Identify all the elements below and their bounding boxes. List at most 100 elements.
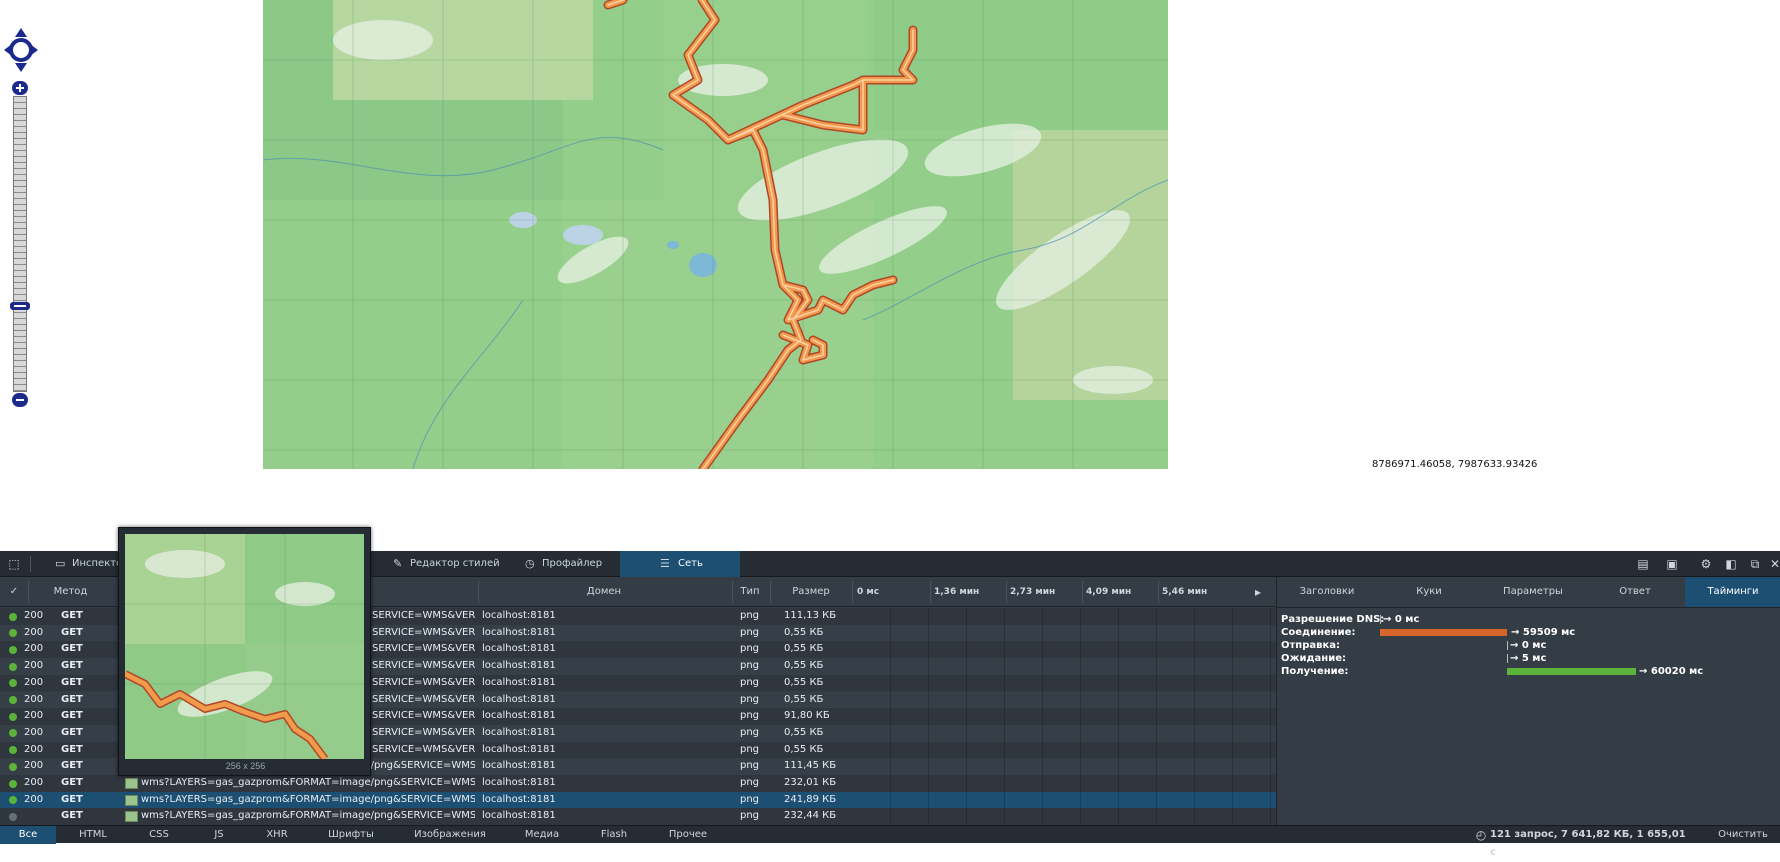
status-code: 200 <box>24 660 44 672</box>
request-row[interactable]: GET wms?LAYERS=gas_gazprom&FORMAT=image/p… <box>0 808 1276 826</box>
request-method: GET <box>61 743 83 755</box>
status-indicator-icon <box>9 679 17 688</box>
filter-html[interactable]: HTML <box>64 826 122 844</box>
image-thumbnail-icon <box>125 778 138 789</box>
request-domain: localhost:8181 <box>482 610 556 621</box>
request-row[interactable]: 200 GET wms?LAYERS=gas_gazprom&FORMAT=imag… <box>0 775 1276 792</box>
tab-headers[interactable]: Заголовки <box>1277 577 1377 607</box>
zoom-out-button[interactable] <box>11 392 29 408</box>
filter-fonts[interactable]: Шрифты <box>316 826 386 844</box>
request-method: GET <box>61 626 83 638</box>
request-type: png <box>740 793 760 805</box>
tab-profiler[interactable]: ◷ Профайлер <box>520 551 620 577</box>
request-type: png <box>740 626 760 638</box>
zoom-slider-handle[interactable] <box>10 297 30 310</box>
request-method: GET <box>61 793 83 805</box>
request-file: SERVICE=WMS&VER... <box>372 643 475 655</box>
toggle-sidebar-icon[interactable]: ▸ <box>1251 585 1265 599</box>
request-type: png <box>740 777 760 788</box>
column-check[interactable]: ✓ <box>0 577 28 607</box>
clear-button[interactable]: Очистить <box>1710 826 1776 844</box>
timing-label-send: Отправка: <box>1281 640 1340 651</box>
request-domain: localhost:8181 <box>482 743 556 755</box>
filter-media[interactable]: Медиа <box>512 826 572 844</box>
request-size: 111,13 КБ <box>784 610 837 621</box>
request-file: SERVICE=WMS&VER... <box>372 660 475 672</box>
dock-side-icon[interactable]: ◧ <box>1724 557 1738 571</box>
close-devtools-icon[interactable]: ✕ <box>1768 557 1780 571</box>
status-code: 200 <box>24 726 44 738</box>
timing-label-receive: Получение: <box>1281 666 1349 677</box>
filter-all[interactable]: Все <box>0 826 56 844</box>
filter-flash[interactable]: Flash <box>586 826 642 844</box>
request-file: SERVICE=WMS&VER... <box>372 610 475 621</box>
request-method: GET <box>61 760 83 772</box>
request-domain: localhost:8181 <box>482 760 556 772</box>
settings-gear-icon[interactable]: ⚙ <box>1699 557 1713 571</box>
request-size: 232,01 КБ <box>784 777 837 788</box>
map-viewport[interactable]: 8786971.46058, 7987633.93426 <box>0 0 1780 551</box>
zoom-track[interactable] <box>13 96 27 392</box>
timing-label-connect: Соединение: <box>1281 627 1356 638</box>
image-preview-dimensions: 256 x 256 <box>225 761 266 771</box>
pan-left-icon <box>4 44 12 56</box>
plus-icon <box>12 81 28 95</box>
column-method[interactable]: Метод <box>28 577 113 607</box>
status-code: 200 <box>24 643 44 655</box>
timing-label-dns: Разрешение DNS: <box>1281 614 1385 625</box>
map-tile-layer[interactable] <box>263 0 1168 469</box>
network-summary: 121 запрос, 7 641,82 КБ, 1 655,01 с <box>1490 829 1686 858</box>
mouse-position-readout: 8786971.46058, 7987633.93426 <box>1372 459 1538 470</box>
tab-params[interactable]: Параметры <box>1481 577 1585 607</box>
network-icon: ☰ <box>660 557 670 570</box>
filter-xhr[interactable]: XHR <box>248 826 306 844</box>
request-method: GET <box>61 710 83 722</box>
tab-style-editor[interactable]: ✎ Редактор стилей <box>388 551 508 577</box>
request-size: 0,55 КБ <box>784 626 824 638</box>
undock-window-icon[interactable]: ⧉ <box>1748 557 1762 571</box>
request-file: wms?LAYERS=gas_gazprom&FORMAT=image/png&… <box>141 777 475 788</box>
request-type: png <box>740 760 760 772</box>
split-console-icon[interactable]: ▤ <box>1636 557 1650 571</box>
request-type: png <box>740 660 760 672</box>
filter-images[interactable]: Изображения <box>410 826 490 844</box>
timing-value-dns: → 0 мс <box>1383 614 1420 625</box>
pick-element-icon[interactable]: ⬚ <box>7 557 21 571</box>
column-type[interactable]: Тип <box>732 577 768 607</box>
tab-inspector[interactable]: ▭ Инспекто <box>50 551 122 577</box>
request-size: 0,55 КБ <box>784 693 824 705</box>
image-preview-thumbnail <box>125 534 364 759</box>
pan-control[interactable] <box>4 28 38 72</box>
request-size: 111,45 КБ <box>784 760 837 772</box>
status-indicator-icon <box>9 629 17 638</box>
pan-down-icon <box>15 63 27 72</box>
filter-js[interactable]: JS <box>190 826 248 844</box>
tab-cookies[interactable]: Куки <box>1377 577 1481 607</box>
timeline-tick: 0 мс <box>857 587 880 597</box>
status-indicator-icon <box>9 762 17 771</box>
request-domain: localhost:8181 <box>482 777 556 788</box>
column-domain[interactable]: Домен <box>478 577 730 607</box>
filter-css[interactable]: CSS <box>130 826 188 844</box>
request-domain: localhost:8181 <box>482 643 556 655</box>
zoom-in-button[interactable] <box>11 80 29 96</box>
request-type: png <box>740 693 760 705</box>
request-method: GET <box>61 610 83 621</box>
request-size: 0,55 КБ <box>784 660 824 672</box>
tab-timings[interactable]: Тайминги <box>1685 577 1780 607</box>
filter-other[interactable]: Прочее <box>660 826 716 844</box>
tab-network[interactable]: ☰ Сеть <box>620 551 740 577</box>
column-size[interactable]: Размер <box>770 577 852 607</box>
zoom-bar <box>10 80 30 408</box>
request-type: png <box>740 810 760 822</box>
topographic-map <box>263 0 1168 469</box>
request-file: SERVICE=WMS&VER... <box>372 693 475 705</box>
request-row[interactable]: 200 GET wms?LAYERS=gas_gazprom&FORMAT=imag… <box>0 791 1276 809</box>
request-file: SERVICE=WMS&VER... <box>372 726 475 738</box>
request-method: GET <box>61 693 83 705</box>
timing-value-send: → 0 мс <box>1510 640 1547 651</box>
image-thumbnail-icon <box>125 811 138 823</box>
tab-response[interactable]: Ответ <box>1585 577 1685 607</box>
status-indicator-icon <box>9 645 17 654</box>
responsive-mode-icon[interactable]: ▣ <box>1665 557 1679 571</box>
